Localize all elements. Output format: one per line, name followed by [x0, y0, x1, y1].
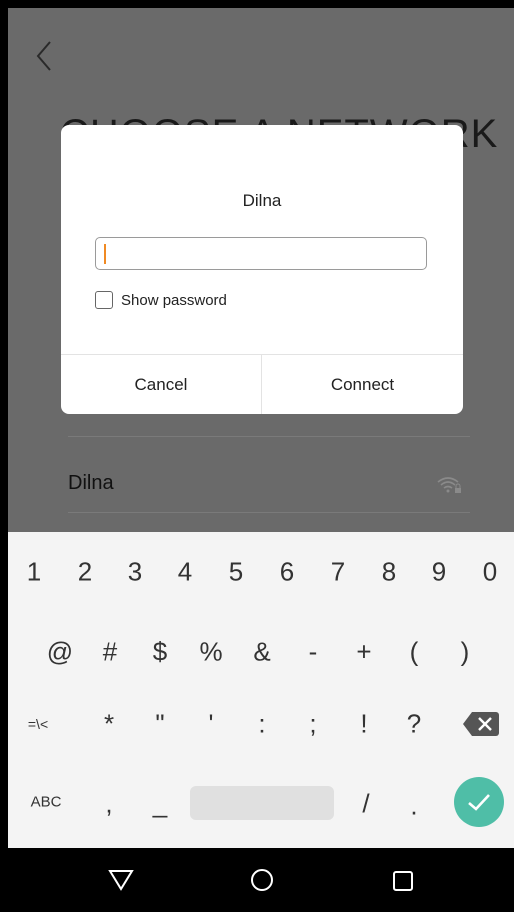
key[interactable]: % — [199, 637, 222, 668]
key[interactable]: & — [253, 637, 270, 668]
key[interactable]: / — [362, 789, 369, 820]
show-password-label: Show password — [121, 292, 227, 309]
key[interactable]: # — [103, 637, 117, 668]
network-name: Dilna — [68, 472, 114, 494]
home-circle-icon[interactable] — [250, 868, 274, 892]
key[interactable]: : — [258, 709, 265, 740]
key-abc[interactable]: ABC — [31, 794, 62, 811]
text-caret — [104, 244, 106, 264]
key[interactable]: . — [410, 791, 417, 822]
key[interactable]: 1 — [27, 557, 41, 588]
key[interactable]: + — [356, 637, 371, 668]
key[interactable]: " — [155, 709, 164, 740]
key[interactable]: 6 — [280, 557, 294, 588]
network-row[interactable]: Dilna — [68, 444, 470, 520]
key[interactable]: * — [104, 709, 114, 740]
key[interactable]: - — [309, 637, 318, 668]
navigation-bar — [8, 848, 514, 912]
key[interactable]: 3 — [128, 557, 142, 588]
recents-square-icon[interactable] — [392, 870, 414, 892]
wifi-locked-icon — [437, 477, 461, 493]
key[interactable]: ! — [360, 709, 367, 740]
key[interactable]: 8 — [382, 557, 396, 588]
backspace-icon[interactable] — [462, 710, 500, 738]
check-icon — [468, 794, 490, 811]
key[interactable]: 7 — [331, 557, 345, 588]
key[interactable]: ) — [461, 637, 470, 668]
symbol-keyboard: 1 2 3 4 5 6 7 8 9 0 @ # $ % & - + ( ) =\… — [8, 532, 514, 848]
key[interactable]: ' — [209, 709, 214, 740]
back-chevron-icon[interactable] — [32, 36, 56, 76]
key[interactable]: 2 — [78, 557, 92, 588]
key[interactable]: 9 — [432, 557, 446, 588]
key[interactable]: @ — [47, 637, 73, 668]
password-input[interactable] — [95, 237, 427, 270]
key-more-symbols[interactable]: =\< — [28, 716, 48, 732]
enter-button[interactable] — [454, 777, 504, 827]
key[interactable]: _ — [153, 789, 167, 820]
divider — [68, 512, 470, 513]
key[interactable]: $ — [153, 637, 167, 668]
back-triangle-icon[interactable] — [108, 868, 134, 892]
key[interactable]: , — [105, 789, 112, 820]
key[interactable]: ? — [407, 709, 421, 740]
cancel-button[interactable]: Cancel — [61, 355, 261, 414]
key[interactable]: 4 — [178, 557, 192, 588]
dialog-title: Dilna — [242, 191, 282, 210]
connect-button[interactable]: Connect — [262, 355, 463, 414]
key[interactable]: ( — [410, 637, 419, 668]
divider — [68, 436, 470, 437]
password-dialog: Dilna Show password Cancel Connect — [61, 125, 463, 414]
key[interactable]: 0 — [483, 557, 497, 588]
show-password-checkbox[interactable] — [95, 291, 113, 309]
spacebar[interactable] — [190, 786, 334, 820]
key[interactable]: 5 — [229, 557, 243, 588]
key[interactable]: ; — [309, 709, 316, 740]
